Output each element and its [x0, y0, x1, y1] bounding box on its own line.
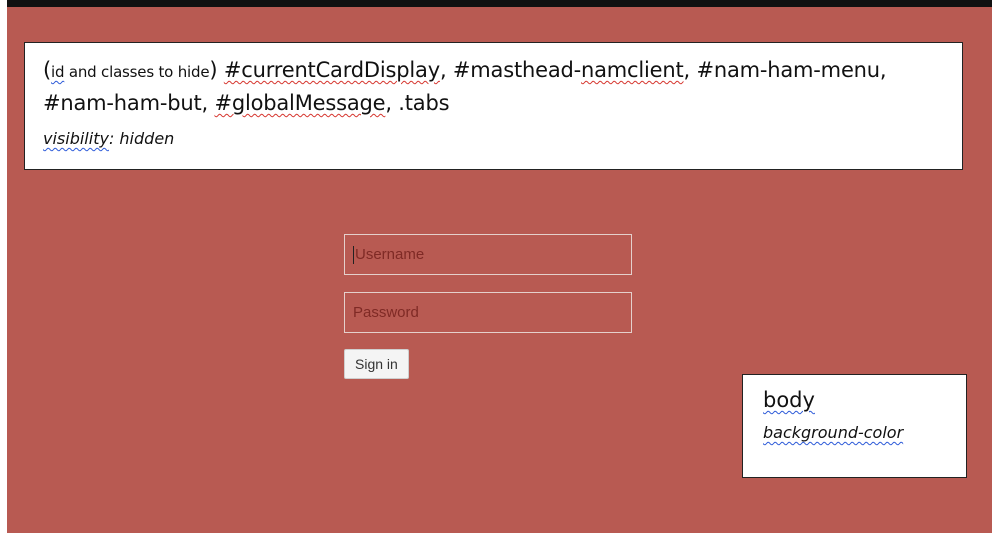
text-caret	[353, 245, 354, 264]
selector-masthead-namclient: namclient	[581, 58, 684, 82]
separator-1: ,	[439, 58, 453, 82]
property-name: visibility	[43, 129, 109, 148]
selector-global-message: #globalMessage	[214, 91, 386, 115]
login-form: Username Password Sign in	[344, 234, 632, 379]
password-placeholder: Password	[353, 304, 419, 321]
classes-text: and classes to hide	[64, 63, 210, 81]
separator-3: , .tabs	[385, 91, 450, 115]
body-selector-label: body	[763, 388, 815, 412]
annotation-hide-selectors: (id and classes to hide) #currentCardDis…	[24, 42, 963, 170]
username-placeholder: Username	[355, 246, 425, 263]
background-color-property: background-color	[763, 423, 904, 442]
selector-masthead-prefix: #masthead-	[452, 58, 581, 82]
css-rule-visibility: visibility: hidden	[43, 129, 944, 148]
selector-list: (id and classes to hide) #currentCardDis…	[43, 55, 944, 119]
password-input[interactable]: Password	[344, 292, 632, 333]
open-paren: (	[43, 58, 51, 82]
username-input[interactable]: Username	[344, 234, 632, 275]
annotation-body-background: body background-color	[742, 374, 967, 478]
page-background: (id and classes to hide) #currentCardDis…	[7, 0, 992, 533]
sign-in-button[interactable]: Sign in	[344, 349, 409, 379]
close-paren: )	[209, 58, 218, 82]
selector-current-card-display: #currentCardDisplay	[223, 58, 440, 82]
id-word: id	[51, 63, 65, 81]
property-value: : hidden	[108, 129, 175, 148]
top-border	[7, 0, 992, 7]
